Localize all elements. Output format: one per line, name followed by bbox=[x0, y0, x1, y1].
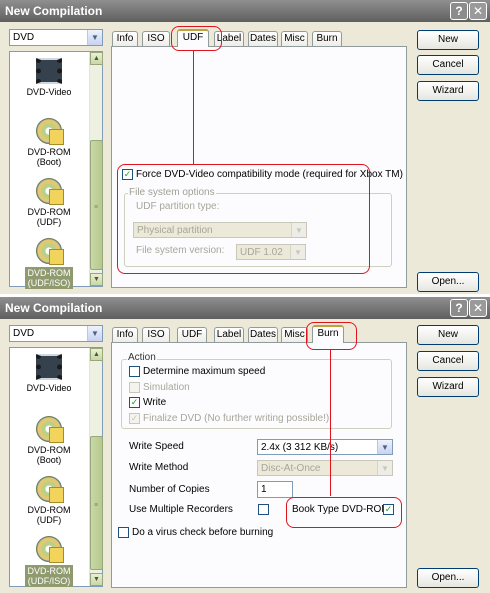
tab-dates[interactable]: Dates bbox=[248, 31, 278, 47]
disc-icon bbox=[36, 178, 64, 205]
list-item-label: DVD-ROM (UDF/ISO) bbox=[25, 565, 73, 587]
list-item-label: DVD-ROM (Boot) bbox=[27, 147, 71, 167]
close-button[interactable]: ✕ bbox=[469, 2, 487, 20]
write-method-select[interactable]: Disc-At-Once ▼ bbox=[257, 460, 393, 476]
virus-check-checkbox[interactable] bbox=[118, 527, 129, 538]
write-label: Write bbox=[143, 397, 167, 408]
new-button[interactable]: New bbox=[417, 30, 479, 50]
write-method-label: Write Method bbox=[129, 462, 189, 473]
open-button[interactable]: Open... bbox=[417, 272, 479, 292]
list-item-label: DVD-Video bbox=[26, 383, 72, 393]
new-compilation-window-burn: New Compilation ? ✕ DVD ▼ DVD-Video DVD-… bbox=[0, 297, 490, 593]
annotation-connector bbox=[193, 51, 194, 164]
scroll-thumb[interactable]: ≡ bbox=[90, 436, 103, 570]
chevron-down-icon: ▼ bbox=[87, 30, 102, 45]
finalize-dvd-checkbox[interactable]: ✓ bbox=[129, 413, 140, 424]
list-item-label: DVD-ROM (Boot) bbox=[27, 445, 71, 465]
annotation-highlight-udf-options bbox=[117, 164, 370, 274]
window-title: New Compilation bbox=[0, 297, 490, 319]
close-button[interactable]: ✕ bbox=[469, 299, 487, 317]
list-item-dvd-video[interactable]: DVD-Video bbox=[13, 58, 85, 97]
tab-udf[interactable]: UDF bbox=[177, 327, 207, 343]
tab-info[interactable]: Info bbox=[112, 31, 138, 47]
write-speed-value: 2.4x (3 312 KB/s) bbox=[261, 442, 339, 453]
list-item-label: DVD-ROM (UDF) bbox=[27, 207, 71, 227]
disc-icon bbox=[36, 238, 64, 265]
virus-check-label: Do a virus check before burning bbox=[132, 527, 274, 538]
list-item-dvd-rom-udf[interactable]: DVD-ROM (UDF) bbox=[13, 178, 85, 227]
disc-icon bbox=[36, 118, 64, 145]
list-scrollbar[interactable]: ▲ ≡ ▼ bbox=[89, 348, 103, 586]
disc-icon bbox=[36, 416, 64, 443]
finalize-dvd-label: Finalize DVD (No further writing possibl… bbox=[143, 413, 330, 424]
disc-type-value: DVD bbox=[13, 32, 35, 43]
tab-dates[interactable]: Dates bbox=[248, 327, 278, 343]
list-item-label: DVD-ROM (UDF) bbox=[27, 505, 71, 525]
list-item-dvd-rom-udf[interactable]: DVD-ROM (UDF) bbox=[13, 476, 85, 525]
copies-label: Number of Copies bbox=[129, 484, 210, 495]
tab-iso[interactable]: ISO bbox=[142, 31, 170, 47]
chevron-down-icon: ▼ bbox=[377, 461, 392, 475]
disc-icon bbox=[36, 476, 64, 503]
multi-recorders-label: Use Multiple Recorders bbox=[129, 504, 233, 515]
tab-burn[interactable]: Burn bbox=[312, 325, 344, 343]
help-button[interactable]: ? bbox=[450, 2, 468, 20]
film-icon bbox=[36, 354, 62, 380]
tab-label[interactable]: Label bbox=[214, 327, 244, 343]
scroll-thumb[interactable]: ≡ bbox=[90, 140, 103, 270]
cancel-button[interactable]: Cancel bbox=[417, 351, 479, 371]
chevron-down-icon: ▼ bbox=[377, 440, 392, 454]
tab-misc[interactable]: Misc bbox=[281, 31, 308, 47]
list-item-dvd-rom-boot[interactable]: DVD-ROM (Boot) bbox=[13, 416, 85, 465]
copies-input[interactable]: 1 bbox=[257, 481, 293, 498]
multi-recorders-checkbox[interactable] bbox=[258, 504, 269, 515]
list-item-dvd-rom-udf-iso[interactable]: DVD-ROM (UDF/ISO) bbox=[13, 238, 85, 289]
chevron-down-icon: ▼ bbox=[87, 326, 102, 341]
help-button[interactable]: ? bbox=[450, 299, 468, 317]
disc-type-value: DVD bbox=[13, 328, 35, 339]
tab-misc[interactable]: Misc bbox=[281, 327, 308, 343]
disc-type-select[interactable]: DVD ▼ bbox=[9, 325, 103, 342]
annotation-highlight-book-type bbox=[286, 497, 402, 528]
wizard-button[interactable]: Wizard bbox=[417, 377, 479, 397]
simulation-checkbox[interactable] bbox=[129, 382, 140, 393]
write-checkbox[interactable]: ✓ bbox=[129, 397, 140, 408]
simulation-label: Simulation bbox=[143, 382, 190, 393]
write-speed-label: Write Speed bbox=[129, 441, 184, 452]
window-title: New Compilation bbox=[0, 0, 490, 22]
tab-burn[interactable]: Burn bbox=[312, 31, 342, 47]
write-method-value: Disc-At-Once bbox=[261, 463, 321, 474]
new-button[interactable]: New bbox=[417, 325, 479, 345]
list-item-dvd-rom-udf-iso[interactable]: DVD-ROM (UDF/ISO) bbox=[13, 536, 85, 587]
determine-max-speed-checkbox[interactable] bbox=[129, 366, 140, 377]
open-button[interactable]: Open... bbox=[417, 568, 479, 588]
scroll-down-icon[interactable]: ▼ bbox=[90, 273, 103, 286]
compilation-type-list[interactable]: DVD-Video DVD-ROM (Boot) DVD-ROM (UDF) D… bbox=[9, 51, 103, 289]
scroll-up-icon[interactable]: ▲ bbox=[90, 52, 103, 65]
list-item-label: DVD-Video bbox=[26, 87, 72, 97]
write-speed-select[interactable]: 2.4x (3 312 KB/s) ▼ bbox=[257, 439, 393, 455]
scroll-down-icon[interactable]: ▼ bbox=[90, 573, 103, 586]
compilation-type-list[interactable]: DVD-Video DVD-ROM (Boot) DVD-ROM (UDF) D… bbox=[9, 347, 103, 587]
list-item-label: DVD-ROM (UDF/ISO) bbox=[25, 267, 73, 289]
disc-icon bbox=[36, 536, 64, 563]
list-item-dvd-video[interactable]: DVD-Video bbox=[13, 354, 85, 393]
list-scrollbar[interactable]: ▲ ≡ ▼ bbox=[89, 52, 103, 286]
cancel-button[interactable]: Cancel bbox=[417, 55, 479, 75]
determine-max-speed-label: Determine maximum speed bbox=[143, 366, 266, 377]
new-compilation-window-udf: New Compilation ? ✕ DVD ▼ DVD-Video DVD-… bbox=[0, 0, 490, 294]
scroll-up-icon[interactable]: ▲ bbox=[90, 348, 103, 361]
tab-udf[interactable]: UDF bbox=[177, 29, 209, 47]
tab-info[interactable]: Info bbox=[112, 327, 138, 343]
film-icon bbox=[36, 58, 62, 84]
disc-type-select[interactable]: DVD ▼ bbox=[9, 29, 103, 46]
action-title: Action bbox=[127, 352, 157, 363]
wizard-button[interactable]: Wizard bbox=[417, 81, 479, 101]
list-item-dvd-rom-boot[interactable]: DVD-ROM (Boot) bbox=[13, 118, 85, 167]
tab-iso[interactable]: ISO bbox=[142, 327, 170, 343]
annotation-connector bbox=[330, 350, 331, 496]
